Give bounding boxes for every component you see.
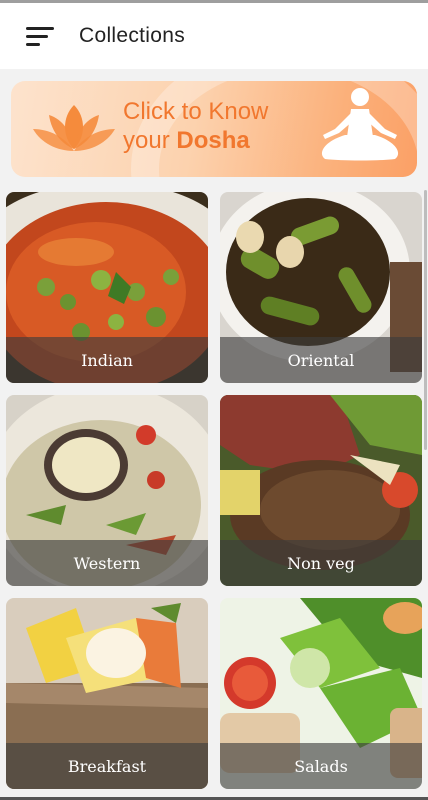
collection-label: Oriental bbox=[220, 337, 422, 383]
hamburger-line bbox=[26, 43, 40, 46]
lotus-icon bbox=[33, 105, 115, 151]
collection-label: Non veg bbox=[220, 540, 422, 586]
scrollbar[interactable] bbox=[424, 190, 427, 450]
collection-card-breakfast[interactable]: Breakfast bbox=[6, 598, 208, 789]
dosha-banner[interactable]: Click to Know your Dosha bbox=[11, 81, 417, 177]
collection-card-western[interactable]: Western bbox=[6, 395, 208, 586]
collection-label: Salads bbox=[220, 743, 422, 789]
collection-card-non-veg[interactable]: Non veg bbox=[220, 395, 422, 586]
app-bar: Collections bbox=[0, 3, 428, 69]
collection-label: Indian bbox=[6, 337, 208, 383]
collection-label: Breakfast bbox=[6, 743, 208, 789]
menu-button[interactable] bbox=[22, 14, 66, 58]
collection-label: Western bbox=[6, 540, 208, 586]
hamburger-line bbox=[26, 35, 48, 38]
meditating-person-icon bbox=[321, 88, 399, 161]
banner-line1: Click to Know bbox=[123, 98, 269, 125]
collection-card-indian[interactable]: Indian bbox=[6, 192, 208, 383]
banner-line2-prefix: your bbox=[123, 127, 177, 154]
collection-card-salads[interactable]: Salads bbox=[220, 598, 422, 789]
collection-card-oriental[interactable]: Oriental bbox=[220, 192, 422, 383]
banner-text: Click to Know your Dosha bbox=[123, 97, 268, 155]
banner-dosha: Dosha bbox=[176, 127, 250, 154]
page-title: Collections bbox=[79, 24, 186, 47]
banner-line2: your Dosha bbox=[123, 126, 268, 155]
hamburger-menu-icon bbox=[26, 27, 54, 30]
